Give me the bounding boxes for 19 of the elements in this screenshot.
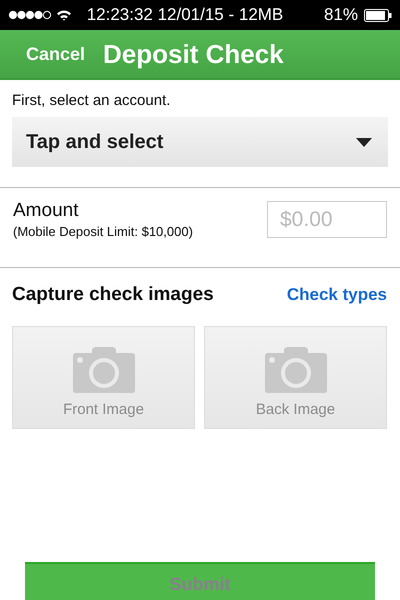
check-types-link[interactable]: Check types: [286, 285, 387, 305]
account-prompt: First, select an account.: [12, 92, 172, 109]
camera-icon: [264, 347, 328, 393]
signal-icon: [8, 10, 52, 20]
battery-icon: [364, 8, 392, 22]
cancel-button[interactable]: Cancel: [26, 44, 86, 64]
screen-title: Deposit Check: [103, 38, 284, 70]
battery-percentage: 81%: [324, 5, 358, 25]
image-capture-tile[interactable]: Front Image: [12, 326, 195, 429]
status-time: 12:23:32 12/01/15 - 12MB: [86, 5, 284, 25]
capture-heading: Capture check images: [12, 284, 214, 306]
account-dropdown[interactable]: Tap and select: [12, 117, 388, 167]
wifi-icon: [56, 9, 72, 21]
amount-field[interactable]: $0.00: [267, 201, 387, 238]
image-capture-tile[interactable]: Back Image: [204, 326, 387, 429]
camera-icon: [72, 347, 136, 393]
deposit-limit: (Mobile Deposit Limit: $10,000): [13, 224, 193, 239]
caret-icon: [356, 138, 372, 146]
amount-label: Amount: [13, 200, 80, 222]
